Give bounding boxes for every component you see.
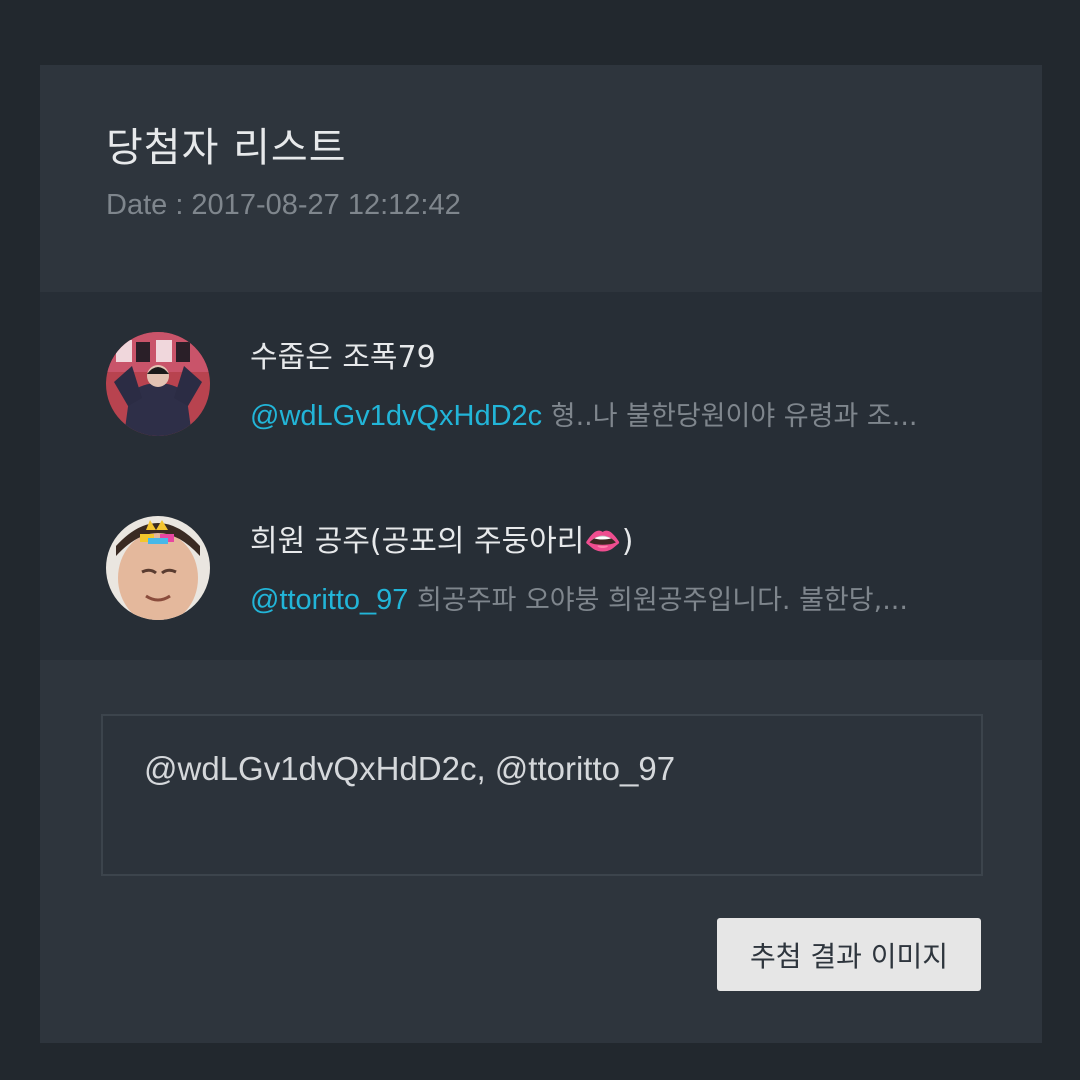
winner-snippet: 희공주파 오야붕 희원공주입니다. 불한당,... <box>408 585 908 616</box>
winner-name-close: ) <box>621 524 634 559</box>
avatar <box>106 332 210 436</box>
result-image-button[interactable]: 추첨 결과 이미지 <box>717 918 981 991</box>
winner-handle[interactable]: @ttoritto_97 <box>250 584 408 616</box>
winner-comment: @ttoritto_97 희공주파 오야붕 희원공주입니다. 불한당,... <box>250 578 970 617</box>
winner-handles-text: @wdLGv1dvQxHdD2c, @ttoritto_97 <box>144 750 676 787</box>
winner-item[interactable]: 수줍은 조폭79 @wdLGv1dvQxHdD2c 형..나 불한당원이야 유령… <box>40 292 1042 476</box>
card-header: 당첨자 리스트 Date : 2017-08-27 12:12:42 <box>40 65 1042 292</box>
draw-date: Date : 2017-08-27 12:12:42 <box>106 189 461 221</box>
winner-handles-box[interactable]: @wdLGv1dvQxHdD2c, @ttoritto_97 <box>101 714 983 876</box>
winner-comment: @wdLGv1dvQxHdD2c 형..나 불한당원이야 유령과 조... <box>250 394 970 433</box>
avatar <box>106 516 210 620</box>
winner-handle[interactable]: @wdLGv1dvQxHdD2c <box>250 400 542 432</box>
page-title: 당첨자 리스트 <box>106 125 347 171</box>
lips-emoji-icon: 👄 <box>584 524 622 559</box>
winner-name: 수줍은 조폭79 <box>250 340 436 375</box>
winner-snippet: 형..나 불한당원이야 유령과 조... <box>542 401 918 432</box>
winner-name: 희원 공주(공포의 주둥아리👄) <box>250 516 633 560</box>
winner-item[interactable]: 희원 공주(공포의 주둥아리👄) @ttoritto_97 희공주파 오야붕 희… <box>40 476 1042 660</box>
winner-name-text: 희원 공주(공포의 주둥아리 <box>250 524 585 559</box>
winner-list: 수줍은 조폭79 @wdLGv1dvQxHdD2c 형..나 불한당원이야 유령… <box>40 292 1042 660</box>
winners-card: 당첨자 리스트 Date : 2017-08-27 12:12:42 수줍은 조… <box>40 65 1042 1043</box>
